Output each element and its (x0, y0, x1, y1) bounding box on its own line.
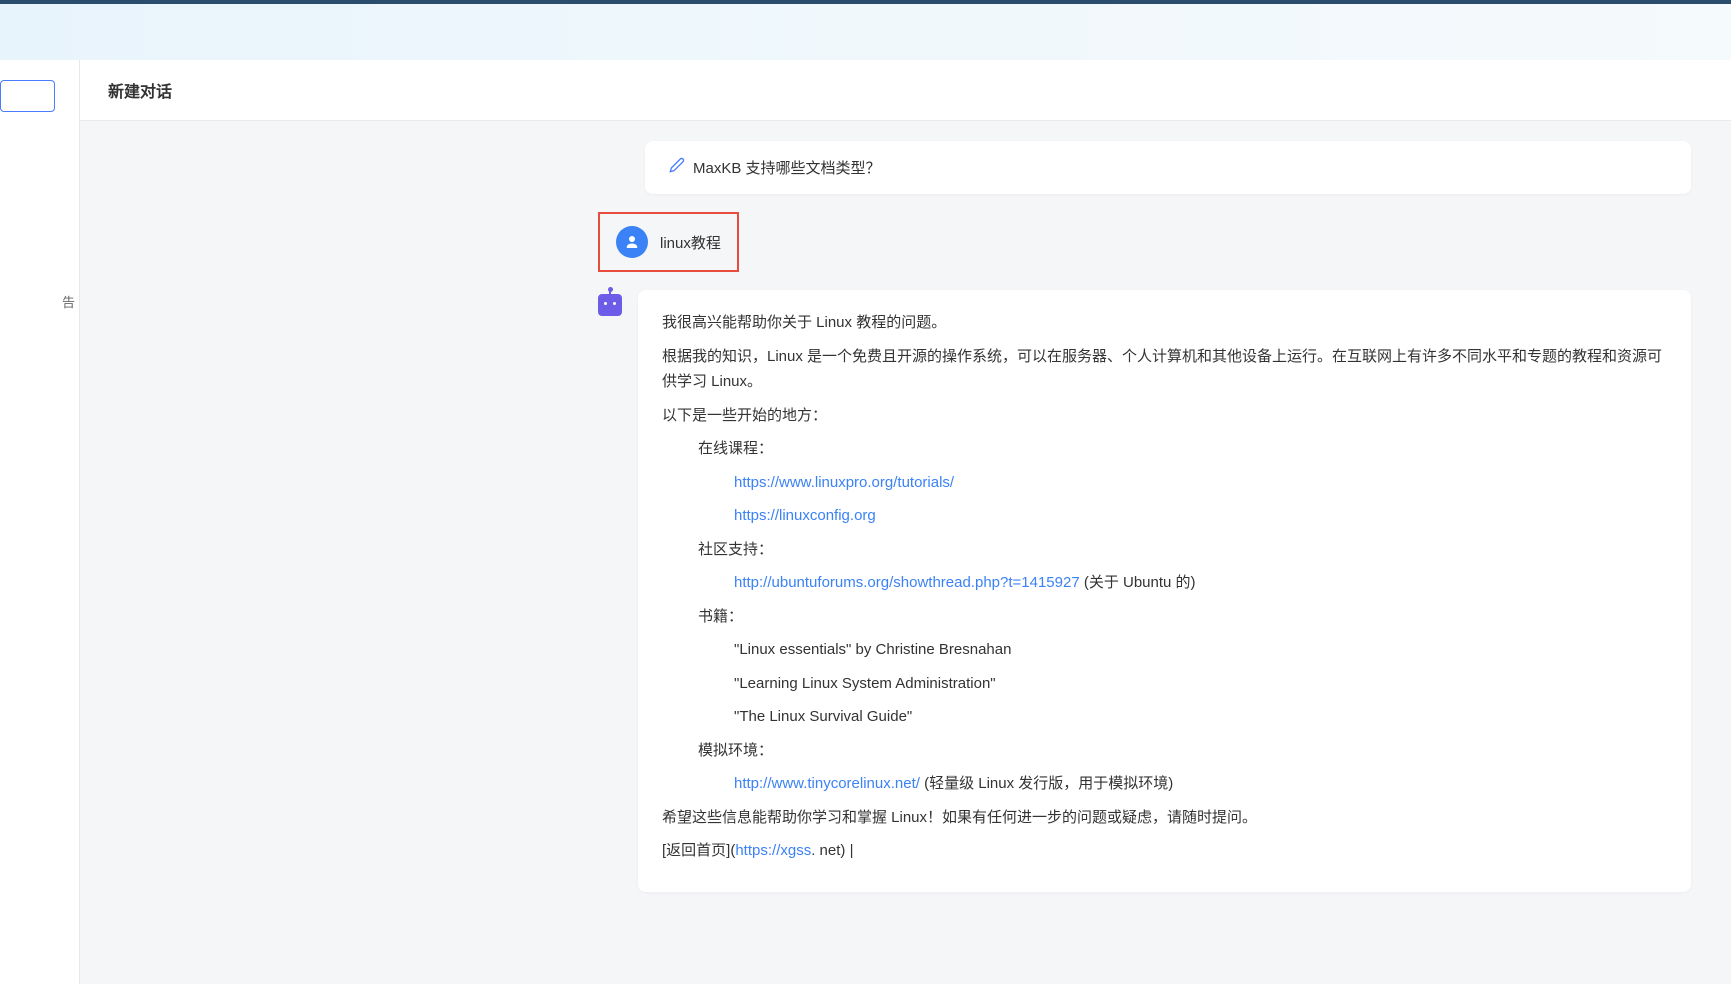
ubuntu-note: (关于 Ubuntu 的) (1080, 574, 1196, 591)
bot-message: 我很高兴能帮助你关于 Linux 教程的问题。 根据我的知识，Linux 是一个… (598, 290, 1691, 892)
book-2: "Learning Linux System Administration" (662, 671, 1667, 697)
header-gradient (0, 4, 1731, 60)
section-books: 书籍： (662, 604, 1667, 630)
user-avatar-icon (616, 226, 648, 258)
sidebar: 告 (0, 60, 80, 984)
bot-avatar (598, 294, 626, 322)
page-title: 新建对话 (108, 78, 1703, 102)
section-online: 在线课程： (662, 436, 1667, 462)
bot-message-body: 我很高兴能帮助你关于 Linux 教程的问题。 根据我的知识，Linux 是一个… (638, 290, 1691, 892)
link-tinycore[interactable]: http://www.tinycorelinux.net/ (734, 775, 920, 792)
chat-container: MaxKB 支持哪些文档类型？ linux教程 我很高兴能帮助你关于 Linux… (80, 121, 1731, 892)
return-home: [返回首页](https://xgss. net) | (662, 838, 1667, 864)
sidebar-active-item[interactable] (0, 80, 55, 112)
bot-intro-1: 我很高兴能帮助你关于 Linux 教程的问题。 (662, 310, 1667, 336)
link-return[interactable]: https://xgss (735, 842, 811, 859)
tinycore-note: (轻量级 Linux 发行版，用于模拟环境) (920, 775, 1173, 792)
book-3: "The Linux Survival Guide" (662, 704, 1667, 730)
content-area: 新建对话 MaxKB 支持哪些文档类型？ linux教程 (80, 60, 1731, 984)
bot-intro-2: 根据我的知识，Linux 是一个免费且开源的操作系统，可以在服务器、个人计算机和… (662, 344, 1667, 395)
chat-header: 新建对话 (80, 60, 1731, 121)
book-1: "Linux essentials" by Christine Bresnaha… (662, 637, 1667, 663)
section-sim: 模拟环境： (662, 738, 1667, 764)
bot-start-places: 以下是一些开始的地方： (662, 403, 1667, 429)
bot-icon (598, 294, 622, 316)
link-linuxconfig[interactable]: https://linuxconfig.org (734, 507, 876, 524)
sidebar-truncated-text: 告 (0, 292, 79, 311)
pencil-icon (669, 157, 685, 178)
suggestion-card[interactable]: MaxKB 支持哪些文档类型？ (645, 141, 1691, 194)
main-container: 告 新建对话 MaxKB 支持哪些文档类型？ linux教程 (0, 60, 1731, 984)
suggestion-text: MaxKB 支持哪些文档类型？ (693, 157, 881, 178)
user-message-text: linux教程 (660, 232, 721, 253)
link-ubuntuforums[interactable]: http://ubuntuforums.org/showthread.php?t… (734, 574, 1080, 591)
user-message: linux教程 (598, 212, 739, 272)
section-community: 社区支持： (662, 537, 1667, 563)
link-linuxpro[interactable]: https://www.linuxpro.org/tutorials/ (734, 474, 954, 491)
bot-outro: 希望这些信息能帮助你学习和掌握 Linux！如果有任何进一步的问题或疑虑，请随时… (662, 805, 1667, 831)
